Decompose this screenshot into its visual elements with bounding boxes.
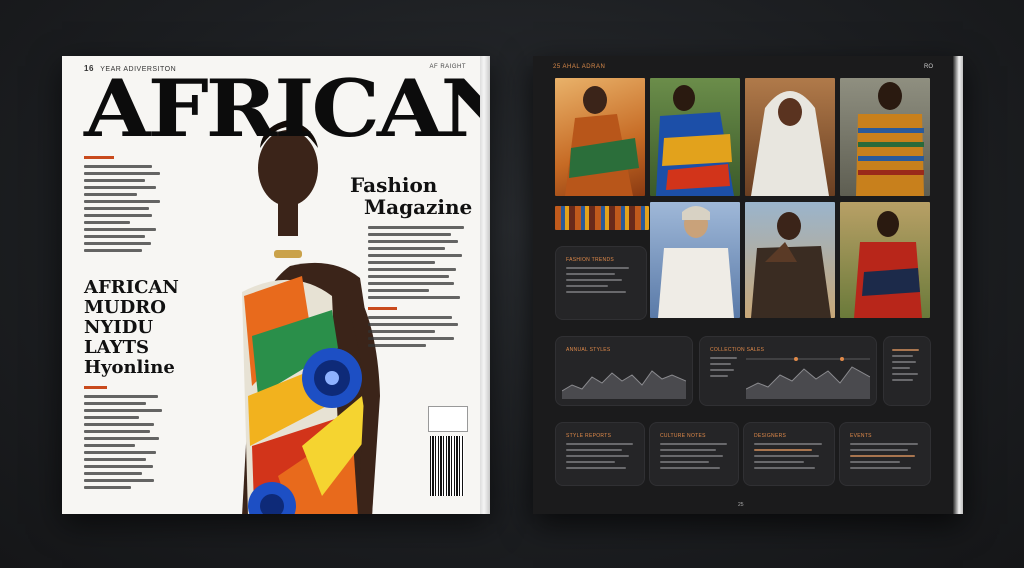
area-chart-2 — [746, 357, 870, 399]
headline-line-5: Hyonline — [84, 357, 175, 378]
masthead-title: AFRICAN — [84, 62, 490, 156]
magazine-cover: 16 YEAR ADIVERSITON AF RAIGHT AFRICAN Fa… — [62, 56, 490, 514]
barcode — [430, 436, 464, 496]
spread-page-edge — [953, 56, 963, 514]
headline-line-4: LAYTS — [84, 337, 149, 358]
panel-title-6: DESIGNERS — [754, 433, 787, 439]
panel-title-1: FASHION TRENDS — [566, 257, 615, 263]
panel-title-5: CULTURE NOTES — [660, 433, 706, 439]
photo-strip — [555, 206, 649, 230]
info-panel-2 — [883, 336, 931, 406]
panel-title-2: ANNUAL STYLES — [566, 347, 611, 353]
cover-text-column-bottom — [84, 386, 162, 493]
subtitle-line-2: Magazine — [364, 195, 473, 219]
photo-3 — [745, 78, 835, 196]
info-panel-1: FASHION TRENDS — [555, 246, 647, 320]
cover-model-figure — [242, 120, 380, 514]
cover-text-column-right — [368, 226, 464, 351]
panel-title-4: STYLE REPORTS — [566, 433, 612, 439]
text-panel-4: EVENTS — [839, 422, 931, 486]
panel-title-7: EVENTS — [850, 433, 872, 439]
price-box — [428, 406, 468, 432]
headline-line-2: MUDRO — [84, 297, 166, 318]
cover-headline: AFRICAN MUDRO NYIDU LAYTS Hyonline — [84, 278, 204, 378]
cover-spine — [480, 56, 490, 514]
cover-subtitle: Fashion Magazine — [350, 174, 490, 218]
chart-panel-2: COLLECTION SALES — [699, 336, 877, 406]
cover-text-column-top — [84, 156, 160, 256]
area-chart-1 — [562, 370, 686, 399]
page-number: 25 — [738, 502, 744, 508]
photo-2 — [650, 78, 740, 196]
photo-6 — [745, 202, 835, 318]
photo-7 — [840, 202, 930, 318]
text-panel-2: CULTURE NOTES — [649, 422, 739, 486]
subtitle-line-1: Fashion — [350, 173, 438, 197]
chart-panel-1: ANNUAL STYLES — [555, 336, 693, 406]
magazine-spread-page: 25 AHAL ADRAN RO FASHION TRENDS ANNUAL S… — [533, 56, 963, 514]
photo-1 — [555, 78, 645, 196]
headline-line-3: NYIDU — [84, 317, 154, 338]
text-panel-1: STYLE REPORTS — [555, 422, 645, 486]
panel-title-3: COLLECTION SALES — [710, 347, 765, 353]
photo-4 — [840, 78, 930, 196]
spread-header-left: 25 AHAL ADRAN — [553, 64, 606, 70]
headline-line-1: AFRICAN — [84, 277, 179, 298]
spread-header-right: RO — [924, 64, 933, 70]
photo-5 — [650, 202, 740, 318]
text-panel-3: DESIGNERS — [743, 422, 835, 486]
